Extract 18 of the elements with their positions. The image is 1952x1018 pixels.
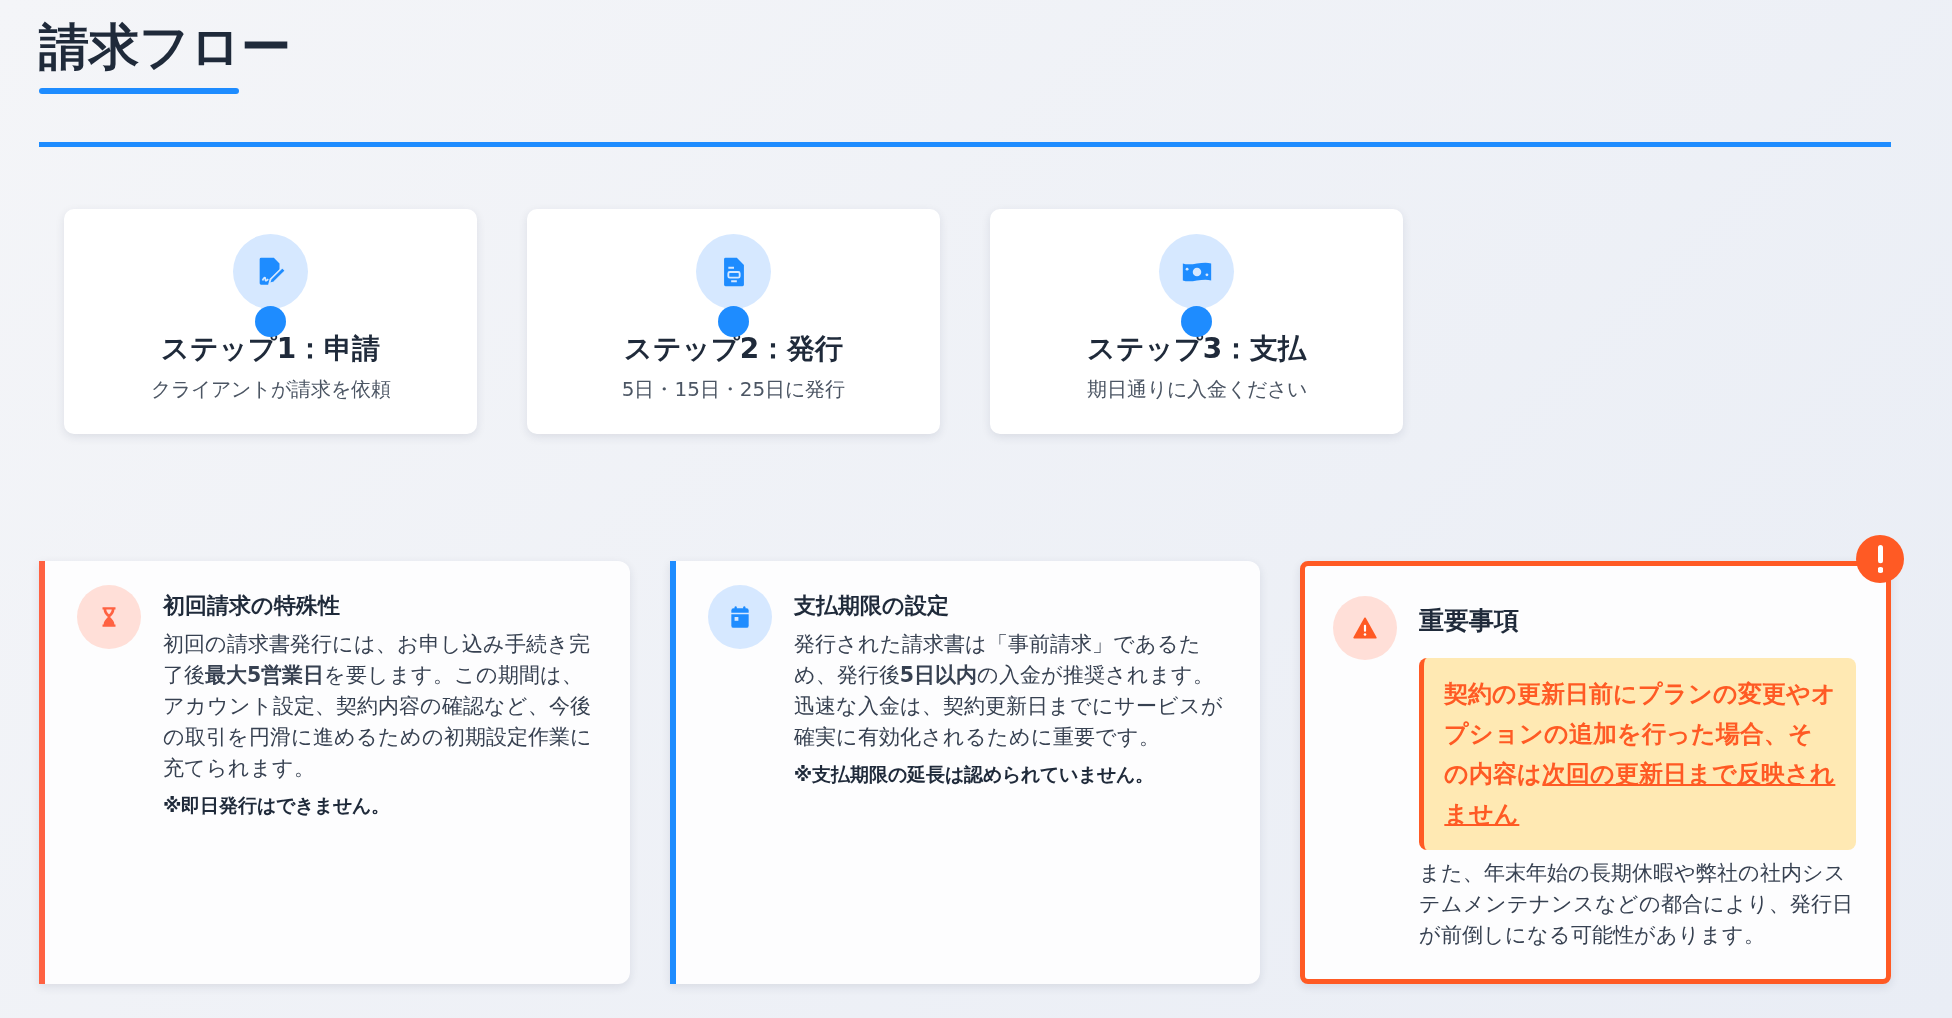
note-heading: 支払期限の設定 xyxy=(793,592,950,620)
step-marker-dot xyxy=(1181,306,1212,337)
step-description: 期日通りに入金ください xyxy=(1086,376,1307,403)
note-body-text: 発行された請求書は「事前請求」であるため、発行後5日以内の入金が推奨されます。迅速な入金は、契約更新日までにサービスが確実に有効化されるために重要です。 xyxy=(793,631,1224,751)
note-footnote: ※即日発行はできません。 xyxy=(163,793,392,818)
note-heading: 重要事項 xyxy=(1419,606,1521,636)
step-description: クライアントが請求を依頼 xyxy=(150,376,391,403)
note-body-text: 初回の請求書発行には、お申し込み手続き完了後最大5営業日を要します。この期間は、アカウント設定、契約内容の確認など、今後の取引を円滑に進めるための初期設定作業に充てられます。 xyxy=(163,631,593,782)
note-heading: 初回請求の特殊性 xyxy=(163,592,341,620)
exclamation-icon xyxy=(1877,545,1883,573)
highlight-callout: 契約の更新日前にプランの変更やオプションの追加を行った場合、その内容は次回の更新日まで反映されません xyxy=(1419,658,1856,850)
step-description: 5日・15日・25日に発行 xyxy=(621,376,846,403)
note-body-text: また、年末年始の長期休暇や弊社の社内システムメンテナンスなどの都合により、発行日が前倒しになる可能性があります。 xyxy=(1419,860,1855,949)
step-marker-dot xyxy=(255,306,286,337)
step-marker-dot xyxy=(718,306,749,337)
note-footnote: ※支払期限の延長は認められていません。 xyxy=(793,762,1156,787)
warning-icon xyxy=(1352,615,1379,641)
page-title: 請求フロー xyxy=(39,17,292,78)
